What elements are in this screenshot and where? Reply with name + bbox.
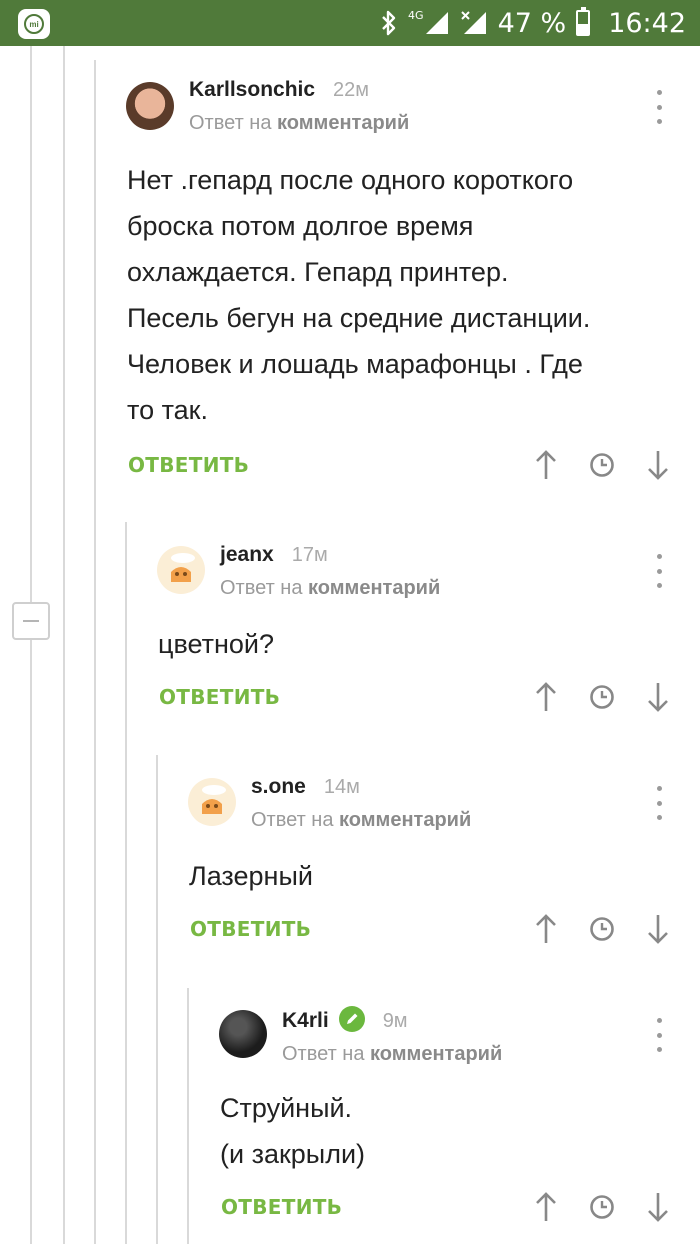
comment-line: Человек и лошадь марафонцы . Где — [127, 349, 583, 379]
reply-to-link[interactable]: комментарий — [277, 112, 409, 134]
thread-line-5 — [187, 988, 189, 1244]
network-type-label: 4G — [408, 8, 424, 22]
status-bar: mi 4G 47 % 16:42 — [0, 0, 700, 46]
reply-button[interactable]: ОТВЕТИТЬ — [159, 685, 280, 709]
reply-to-link[interactable]: комментарий — [339, 809, 471, 831]
status-icons: 4G 47 % 16:42 — [380, 0, 686, 46]
comment-line: Струйный. — [220, 1093, 353, 1123]
author-name[interactable]: jeanx — [220, 543, 274, 566]
thread-line-root — [30, 46, 32, 1244]
collapse-thread-button[interactable] — [12, 602, 50, 640]
clock-icon[interactable] — [574, 1187, 630, 1227]
comment-line: Песель бегун на средние дистанции. — [127, 303, 591, 333]
comment-time: 14м — [323, 776, 360, 798]
comment-time: 22м — [333, 79, 370, 101]
avatar[interactable] — [126, 82, 174, 130]
comment-text: Струйный. (и закрыли) — [220, 1085, 680, 1177]
signal-icon — [425, 12, 448, 34]
comment-text: Лазерный — [189, 853, 679, 899]
reply-to-line: Ответ на комментарий — [220, 577, 600, 600]
comment-line: то так. — [127, 395, 208, 425]
more-options-icon[interactable] — [649, 786, 669, 820]
battery-icon — [576, 7, 591, 36]
clock: 16:42 — [608, 7, 686, 39]
comment-line: Лазерный — [189, 861, 313, 891]
upvote-icon[interactable] — [518, 1187, 574, 1227]
downvote-icon[interactable] — [630, 909, 686, 949]
more-options-icon[interactable] — [649, 554, 669, 588]
comment-line: (и закрыли) — [220, 1139, 366, 1169]
comment-text: цветной? — [158, 621, 678, 667]
reply-to-line: Ответ на комментарий — [189, 112, 589, 135]
comment-time: 17м — [291, 544, 328, 566]
avatar[interactable] — [188, 778, 236, 826]
clock-icon[interactable] — [574, 909, 630, 949]
author-name[interactable]: s.one — [251, 775, 306, 798]
comment-line: броска потом долгое время — [127, 211, 474, 241]
clock-icon[interactable] — [574, 677, 630, 717]
cook-avatar-icon — [202, 785, 226, 814]
comment-line: Нет .гепард после одного короткого — [127, 165, 574, 195]
mi-icon: mi — [18, 9, 50, 39]
reply-button[interactable]: ОТВЕТИТЬ — [128, 453, 249, 477]
comment-meta: Karllsonchic 22м Ответ на комментарий — [189, 78, 589, 135]
reply-to-prefix: Ответ на — [220, 577, 303, 599]
reply-to-prefix: Ответ на — [251, 809, 334, 831]
comment-actions — [518, 677, 686, 717]
more-options-icon[interactable] — [649, 1018, 669, 1052]
avatar[interactable] — [219, 1010, 267, 1058]
comment-meta: s.one 14м Ответ на комментарий — [251, 775, 611, 832]
thread-line-1 — [63, 46, 65, 1244]
comment-line: цветной? — [158, 629, 275, 659]
comment-time: 9м — [382, 1010, 408, 1032]
upvote-icon[interactable] — [518, 445, 574, 485]
minus-icon — [23, 620, 39, 622]
author-name[interactable]: Karllsonchic — [189, 78, 315, 101]
downvote-icon[interactable] — [630, 677, 686, 717]
thread-line-3 — [125, 522, 127, 1244]
comment-meta: jeanx 17м Ответ на комментарий — [220, 543, 600, 600]
reply-to-link[interactable]: комментарий — [308, 577, 440, 599]
author-name[interactable]: K4rli — [282, 1009, 329, 1032]
reply-to-prefix: Ответ на — [189, 112, 272, 134]
reply-to-prefix: Ответ на — [282, 1043, 365, 1065]
comment-meta: K4rli 9м Ответ на комментарий — [282, 1006, 622, 1066]
clock-icon[interactable] — [574, 445, 630, 485]
reply-to-line: Ответ на комментарий — [282, 1043, 622, 1066]
pencil-icon — [338, 1006, 365, 1032]
comment-actions — [518, 909, 686, 949]
thread-line-4 — [156, 755, 158, 1244]
upvote-icon[interactable] — [518, 909, 574, 949]
comment-line: охлаждается. Гепард принтер. — [127, 257, 509, 287]
bluetooth-icon — [382, 10, 396, 36]
avatar[interactable] — [157, 546, 205, 594]
reply-button[interactable]: ОТВЕТИТЬ — [190, 917, 311, 941]
cook-avatar-icon — [171, 553, 195, 582]
reply-to-line: Ответ на комментарий — [251, 809, 611, 832]
upvote-icon[interactable] — [518, 677, 574, 717]
comment-actions — [518, 445, 686, 485]
thread-line-2 — [94, 60, 96, 1244]
more-options-icon[interactable] — [649, 90, 669, 124]
downvote-icon[interactable] — [630, 1187, 686, 1227]
battery-percent: 47 % — [497, 7, 567, 39]
reply-button[interactable]: ОТВЕТИТЬ — [221, 1195, 342, 1219]
comment-text: Нет .гепард после одного короткого броск… — [127, 157, 687, 433]
reply-to-link[interactable]: комментарий — [370, 1043, 502, 1065]
signal-nodata-icon — [460, 11, 486, 34]
downvote-icon[interactable] — [630, 445, 686, 485]
comment-actions — [518, 1187, 686, 1227]
